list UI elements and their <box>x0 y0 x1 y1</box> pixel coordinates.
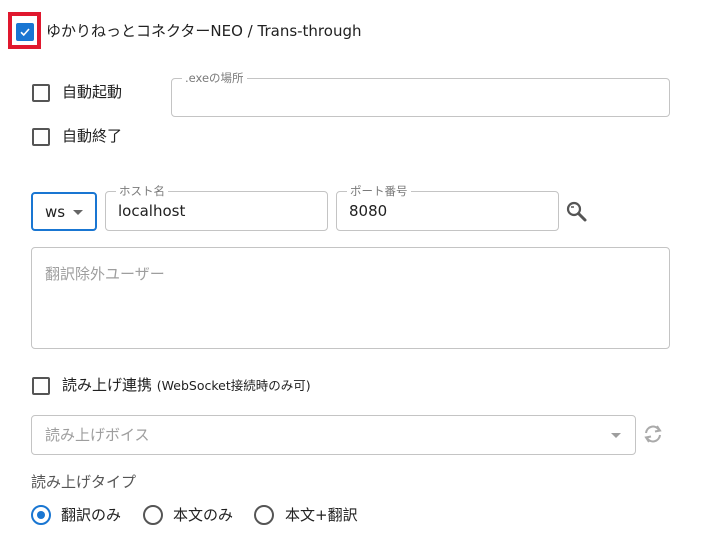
search-icon[interactable] <box>564 199 588 223</box>
tts-type-radio-body[interactable] <box>143 505 163 525</box>
chevron-down-icon <box>611 433 621 438</box>
auto-exit-label: 自動終了 <box>62 127 123 145</box>
tts-type-label: 読み上げタイプ <box>31 473 137 491</box>
tts-type-label-body: 本文のみ <box>173 506 234 524</box>
protocol-value: ws <box>45 203 66 221</box>
refresh-icon[interactable] <box>641 422 665 446</box>
check-icon <box>20 28 30 37</box>
exclusion-users-textarea[interactable]: 翻訳除外ユーザー <box>31 247 670 349</box>
exclusion-placeholder: 翻訳除外ユーザー <box>45 265 165 283</box>
tts-type-label-body-translation: 本文+翻訳 <box>285 506 358 524</box>
exe-path-field[interactable]: .exeの場所 <box>171 71 670 117</box>
auto-start-checkbox[interactable] <box>32 84 50 102</box>
host-label: ホスト名 <box>116 184 168 198</box>
port-field[interactable]: ポート番号 8080 <box>336 184 559 231</box>
tts-type-radio-body-translation[interactable] <box>254 505 274 525</box>
port-label: ポート番号 <box>347 184 411 198</box>
host-field[interactable]: ホスト名 localhost <box>105 184 328 231</box>
tts-voice-placeholder: 読み上げボイス <box>45 426 150 444</box>
exe-path-label: .exeの場所 <box>182 71 247 85</box>
tts-link-checkbox[interactable] <box>32 377 50 395</box>
tts-type-label-translation: 翻訳のみ <box>61 506 122 524</box>
tts-link-text: 読み上げ連携 <box>62 376 153 394</box>
host-value: localhost <box>118 202 186 220</box>
tts-type-radio-translation[interactable] <box>31 505 51 525</box>
tts-voice-select[interactable]: 読み上げボイス <box>31 415 636 455</box>
tts-link-note: (WebSocket接続時のみ可) <box>156 378 311 393</box>
auto-exit-checkbox[interactable] <box>32 128 50 146</box>
protocol-select[interactable]: ws <box>31 192 97 231</box>
radio-dot <box>37 511 45 519</box>
enable-checkbox[interactable] <box>16 23 34 41</box>
tts-link-label: 読み上げ連携 (WebSocket接続時のみ可) <box>62 375 311 396</box>
port-value: 8080 <box>349 202 388 220</box>
chevron-down-icon <box>73 210 83 215</box>
app-title: ゆかりねっとコネクターNEO / Trans-through <box>46 22 362 40</box>
auto-start-label: 自動起動 <box>62 83 123 101</box>
